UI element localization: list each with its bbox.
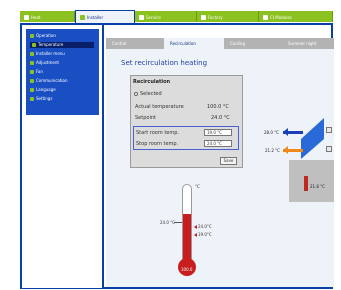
sidebar-item-label: Fan [36, 69, 43, 74]
sidebar-item-label: Settings [36, 96, 53, 101]
service-icon [139, 14, 144, 20]
operation-icon [30, 34, 34, 38]
supply-temp-label: 28.0 °C [264, 130, 279, 135]
top-tab-bar: Heat Installer Service Factory CI Module… [20, 10, 333, 23]
thermometer-unit: °C [195, 184, 200, 189]
factory-icon [201, 14, 206, 20]
language-icon [30, 88, 34, 92]
tab-service-label: Service [146, 14, 161, 20]
tab-control[interactable]: Control [106, 38, 164, 49]
tab-service[interactable]: Service [135, 11, 197, 22]
sub-tab-bar: Control Recirculation Cooling Summer nig… [106, 38, 334, 49]
low-mark-arrow-icon [194, 233, 197, 237]
tab-factory-label: Factory [208, 14, 223, 20]
selected-label: Selected [140, 91, 162, 97]
setpoint-label: Setpoint [135, 115, 156, 121]
tab-installer-label: Installer [87, 14, 104, 20]
sidebar-item-communication[interactable]: Communication [30, 78, 68, 84]
installer-menu-icon [30, 52, 34, 56]
tab-heat[interactable]: Heat [20, 11, 75, 22]
installer-icon [80, 14, 85, 20]
sidebar-item-label: Communication [36, 78, 68, 83]
current-temp-marker [174, 222, 182, 223]
current-temp-label: 24.0 °C [160, 220, 175, 225]
temperature-icon [32, 43, 36, 47]
supply-arrow-icon [283, 128, 288, 136]
sensor-bottom-icon [326, 146, 332, 152]
high-mark-label: 24.0°C [198, 224, 212, 229]
stop-room-temp-input[interactable]: 24.0 °C [204, 140, 232, 147]
sensor-top-icon [326, 127, 332, 133]
tank-panel [289, 160, 334, 202]
tab-installer[interactable]: Installer [75, 10, 135, 23]
sidebar-item-settings[interactable]: Settings [30, 96, 52, 102]
sidebar-item-temperature[interactable]: Temperature [30, 42, 94, 48]
heat-icon [24, 14, 29, 20]
tab-ci-modules-label: CI Modules [270, 14, 292, 20]
thermometer-bulb-label: 100.0 [181, 267, 193, 272]
sidebar-divider [102, 25, 104, 288]
heat-exchanger-top-shape [301, 118, 324, 139]
start-room-temp-label: Start room temp. [136, 130, 179, 136]
start-room-temp-input[interactable]: 19.0 °C [204, 129, 232, 136]
low-mark-label: 19.0°C [198, 232, 212, 237]
high-mark-arrow-icon [194, 225, 197, 229]
page-title: Set recirculation heating [121, 59, 208, 67]
selected-radio[interactable] [134, 92, 138, 96]
fan-icon [30, 70, 34, 74]
setpoint-value: 24.0 °C [211, 115, 230, 121]
sidebar-item-language[interactable]: Language [30, 87, 56, 93]
heat-exchanger-bottom-shape [301, 139, 324, 159]
sidebar-item-label: Operation [36, 33, 56, 38]
sidebar-item-label: Installer menu [36, 51, 65, 56]
recirculation-title: Recirculation [133, 79, 171, 85]
adjustment-icon [30, 61, 34, 65]
sidebar-item-operation[interactable]: Operation [30, 33, 56, 39]
sidebar-item-installer-menu[interactable]: Installer menu [30, 51, 65, 57]
sidebar-item-label: Adjustment [36, 60, 59, 65]
recirculation-panel [130, 75, 243, 168]
tab-cooling[interactable]: Cooling [224, 38, 282, 49]
sidebar-item-label: Language [36, 87, 56, 92]
tab-summer-night[interactable]: Summer night [282, 38, 334, 49]
tab-ci-modules[interactable]: CI Modules [259, 11, 333, 22]
sidebar-item-fan[interactable]: Fan [30, 69, 43, 75]
tank-temp-label: 21.8 °C [310, 184, 325, 189]
return-temp-label: 21.2 °C [265, 148, 280, 153]
sidebar-item-label: Temperature [38, 42, 64, 47]
tab-factory[interactable]: Factory [197, 11, 259, 22]
stop-room-temp-label: Stop room temp. [136, 141, 179, 147]
return-arrow-icon [283, 146, 288, 154]
actual-temperature-label: Actual temperature [135, 104, 184, 110]
modules-icon [263, 14, 268, 20]
save-button[interactable]: Save [220, 157, 237, 165]
settings-icon [30, 97, 34, 101]
tab-heat-label: Heat [31, 14, 41, 20]
tab-recirculation[interactable]: Recirculation [164, 38, 224, 49]
actual-temperature-value: 100.0 °C [207, 104, 229, 110]
sidebar-item-adjustment[interactable]: Adjustment [30, 60, 59, 66]
tank-thermometer-icon [304, 176, 308, 191]
communication-icon [30, 79, 34, 83]
